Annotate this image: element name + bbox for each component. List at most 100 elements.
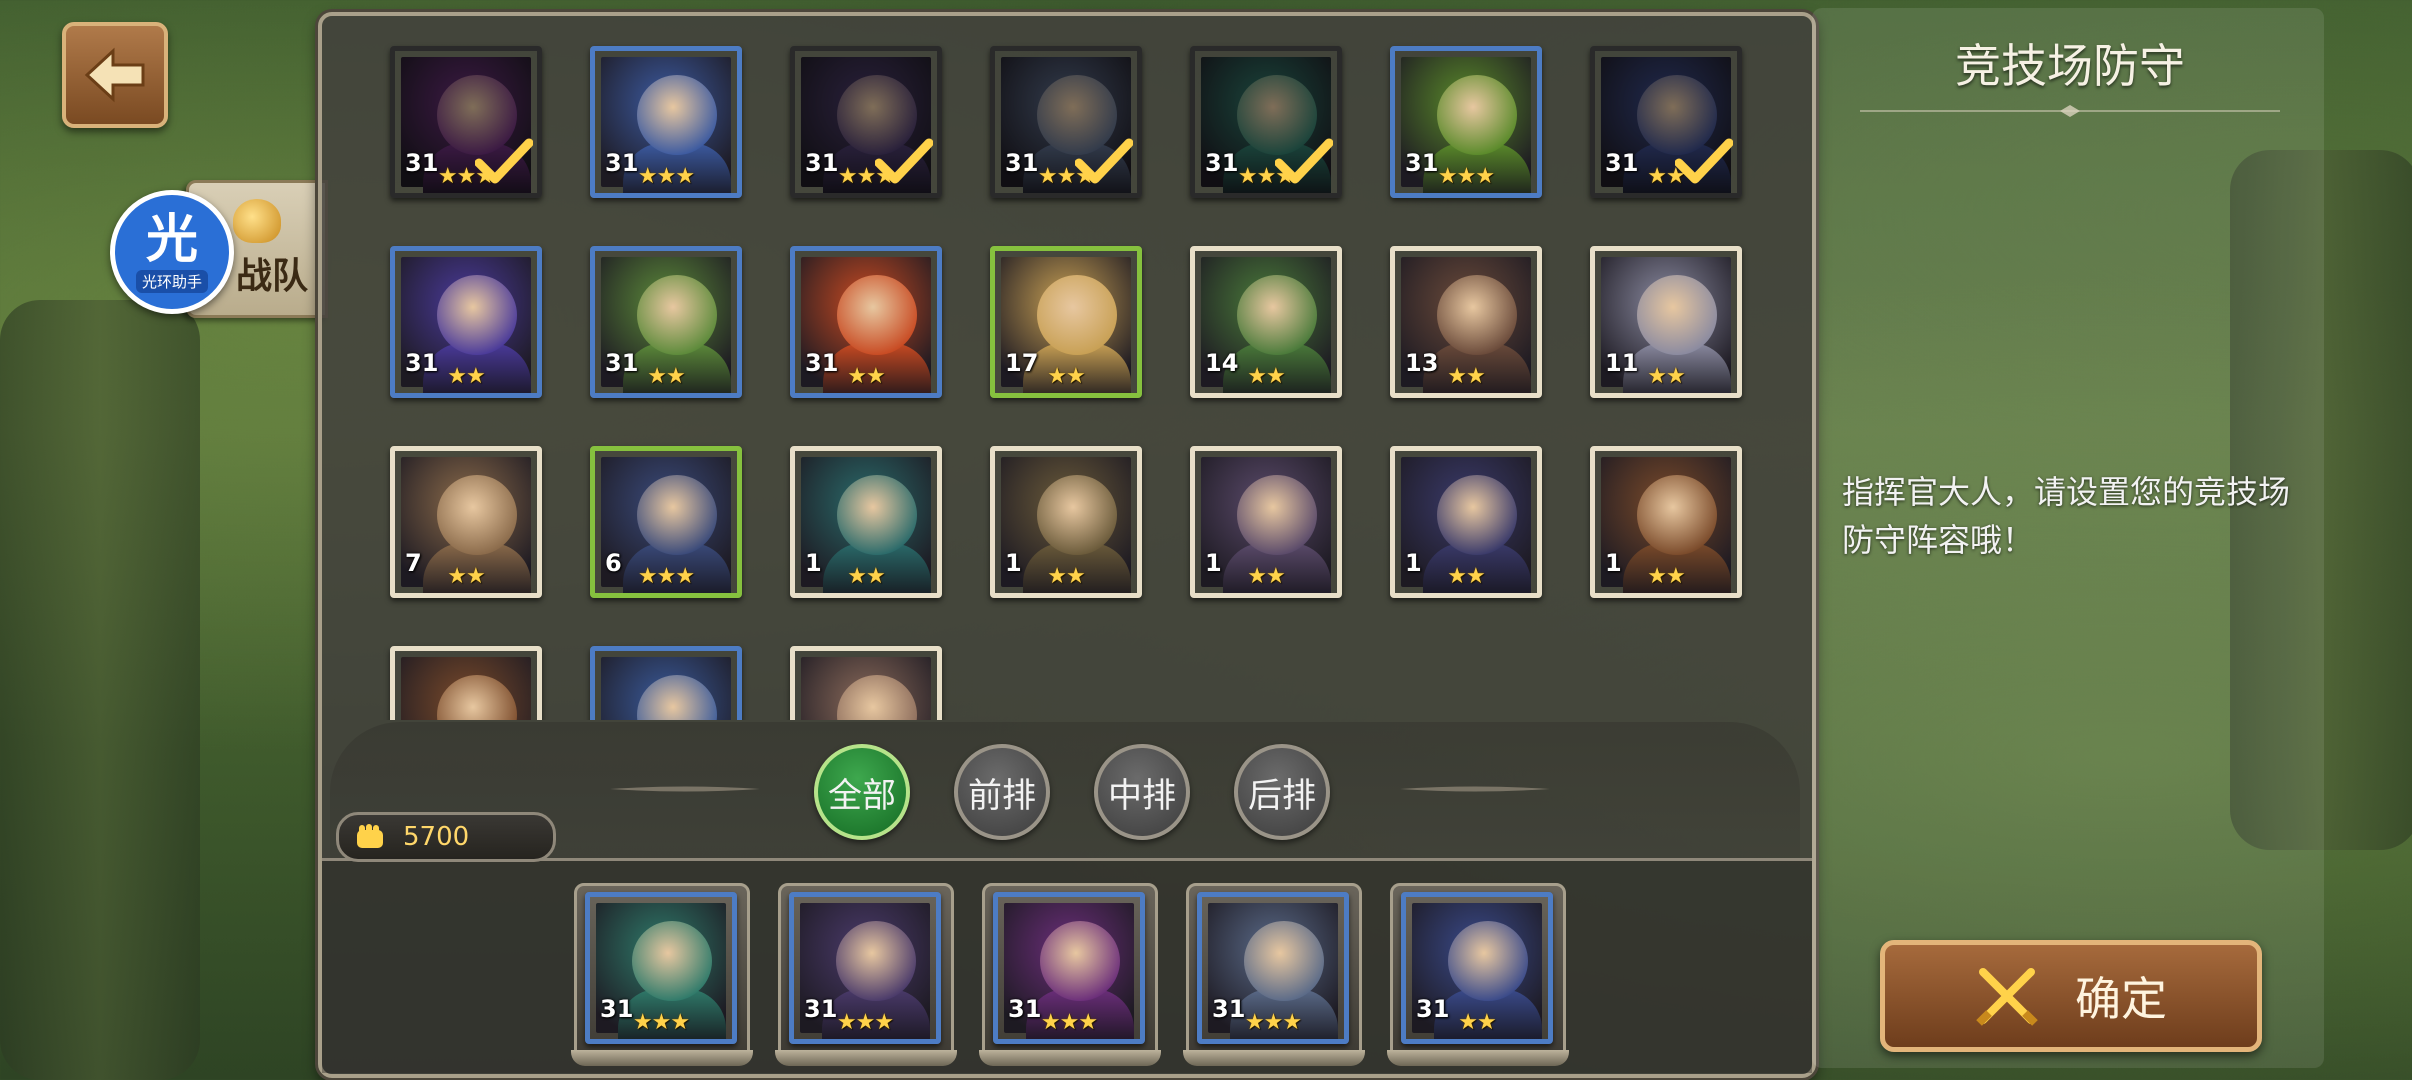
lineup-hero-card[interactable]: 31 ★★★: [789, 892, 941, 1044]
hero-card[interactable]: 1 ★★: [1390, 446, 1542, 598]
hero-head: [637, 275, 717, 355]
hero-stars: ★★: [1647, 364, 1685, 389]
hero-stars: ★★: [1247, 364, 1285, 389]
hero-card[interactable]: 11 ★★: [1590, 246, 1742, 398]
hero-head: [1037, 275, 1117, 355]
helmet-icon: [233, 199, 281, 243]
hero-stars: ★★★: [1244, 1010, 1302, 1035]
team-power-value: 5700: [403, 822, 470, 852]
hero-head: [1637, 275, 1717, 355]
hero-head: [632, 921, 712, 1001]
lineup-slot[interactable]: 31 ★★★: [571, 883, 753, 1066]
bg-tree-left: [0, 300, 200, 1080]
hero-stars: ★★★: [1437, 164, 1495, 189]
lineup-hero-card[interactable]: 31 ★★★: [1197, 892, 1349, 1044]
lineup-hero-card[interactable]: 31 ★★★: [993, 892, 1145, 1044]
hero-head: [437, 275, 517, 355]
hero-stars: ★★: [847, 364, 885, 389]
hero-card[interactable]: [590, 646, 742, 720]
hero-head: [1040, 921, 1120, 1001]
helper-badge[interactable]: 光 光环助手: [110, 190, 234, 314]
hero-stars: ★★: [847, 564, 885, 589]
hero-head: [1437, 275, 1517, 355]
filter-back-button[interactable]: 后排: [1234, 744, 1330, 840]
hero-grid[interactable]: 31 ★★★ 31 ★★★ 31 ★★★ 31 ★★★ 31 ★★★ 31 ★★★ 31 ★★ 31 ★★ 31…: [322, 16, 1812, 720]
hero-portrait: [601, 657, 731, 720]
hero-portrait: [401, 657, 531, 720]
hero-card[interactable]: 7 ★★: [390, 446, 542, 598]
hero-stars: ★★: [447, 364, 485, 389]
hero-card[interactable]: 31 ★★★: [1190, 46, 1342, 198]
hero-card[interactable]: 14 ★★: [1190, 246, 1342, 398]
hero-stars: ★★★: [632, 1010, 690, 1035]
lineup-hero-card[interactable]: 31 ★★: [1401, 892, 1553, 1044]
confirm-button[interactable]: 确定: [1880, 940, 2262, 1052]
lineup-slot[interactable]: 31 ★★★: [775, 883, 957, 1066]
crossed-swords-icon: [1976, 968, 2038, 1026]
hero-card[interactable]: 1 ★★: [1590, 446, 1742, 598]
hero-card[interactable]: 31 ★★★: [990, 46, 1142, 198]
hero-head: [837, 475, 917, 555]
lineup-slot[interactable]: 31 ★★: [1387, 883, 1569, 1066]
hero-card[interactable]: 31 ★★: [1590, 46, 1742, 198]
hero-card[interactable]: 31 ★★: [390, 246, 542, 398]
hero-head: [1244, 921, 1324, 1001]
filter-front-button[interactable]: 前排: [954, 744, 1050, 840]
fist-icon: [357, 824, 383, 848]
hero-head: [637, 675, 717, 720]
hero-stars: ★★★: [836, 1010, 894, 1035]
lineup-pedestal: [571, 1050, 753, 1066]
hero-card[interactable]: [790, 646, 942, 720]
hero-card[interactable]: 13 ★★: [1390, 246, 1542, 398]
hero-head: [1437, 75, 1517, 155]
hero-card[interactable]: 1 ★★: [1190, 446, 1342, 598]
hero-card[interactable]: 6 ★★★: [590, 446, 742, 598]
selected-check-icon: [1675, 138, 1733, 184]
lineup-slot[interactable]: 31 ★★★: [979, 883, 1161, 1066]
filter-front-label: 前排: [968, 775, 1036, 816]
selected-check-icon: [875, 138, 933, 184]
lineup-hero-card[interactable]: 31 ★★★: [585, 892, 737, 1044]
back-button[interactable]: [62, 22, 168, 128]
lineup-pedestal: [1183, 1050, 1365, 1066]
hero-head: [1037, 475, 1117, 555]
hero-card[interactable]: 31 ★★: [590, 246, 742, 398]
filter-back-label: 后排: [1248, 775, 1316, 816]
hero-head: [637, 75, 717, 155]
hero-head: [1437, 475, 1517, 555]
hero-head: [1237, 475, 1317, 555]
hero-stars: ★★: [1458, 1010, 1496, 1035]
hero-card[interactable]: 31 ★★★: [390, 46, 542, 198]
lineup-slot[interactable]: 31 ★★★: [1183, 883, 1365, 1066]
hero-head: [837, 675, 917, 720]
filter-all-button[interactable]: 全部: [814, 744, 910, 840]
lineup-pedestal: [775, 1050, 957, 1066]
hero-stars: ★★: [1447, 564, 1485, 589]
hero-card[interactable]: 1 ★★: [990, 446, 1142, 598]
hero-stars: ★★★: [1040, 1010, 1098, 1035]
hero-card[interactable]: [390, 646, 542, 720]
hero-head: [837, 275, 917, 355]
filter-middle-label: 中排: [1108, 775, 1176, 816]
helper-glyph: 光: [145, 209, 198, 270]
hero-stars: ★★: [1447, 364, 1485, 389]
panel-title: 竞技场防守: [1955, 39, 2185, 93]
hero-head: [836, 921, 916, 1001]
left-ornament: [610, 786, 760, 792]
hero-stars: ★★★: [637, 164, 695, 189]
lineup-pedestal: [1387, 1050, 1569, 1066]
hero-card[interactable]: 31 ★★★: [590, 46, 742, 198]
hero-card[interactable]: 1 ★★: [790, 446, 942, 598]
hero-head: [437, 475, 517, 555]
hero-selection-panel: 31 ★★★ 31 ★★★ 31 ★★★ 31 ★★★ 31 ★★★ 31 ★★★ 31 ★★ 31 ★★ 31…: [318, 12, 1816, 1078]
hero-head: [637, 475, 717, 555]
hero-card[interactable]: 31 ★★★: [790, 46, 942, 198]
panel-description: 指挥官大人，请设置您的竞技场防守阵容哦！: [1842, 473, 2291, 559]
selected-check-icon: [1275, 138, 1333, 184]
filter-middle-button[interactable]: 中排: [1094, 744, 1190, 840]
hero-head: [1637, 475, 1717, 555]
selected-check-icon: [1075, 138, 1133, 184]
hero-card[interactable]: 31 ★★: [790, 246, 942, 398]
hero-card[interactable]: 17 ★★: [990, 246, 1142, 398]
hero-card[interactable]: 31 ★★★: [1390, 46, 1542, 198]
